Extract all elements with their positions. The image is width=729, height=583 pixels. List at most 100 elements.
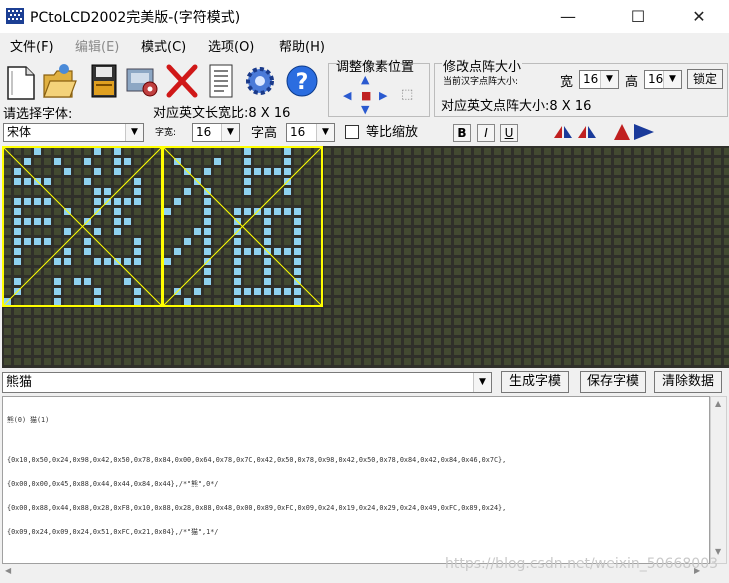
lcd-dot[interactable] (174, 308, 181, 315)
lcd-dot[interactable] (134, 338, 141, 345)
lcd-dot[interactable] (534, 348, 541, 355)
lcd-dot[interactable] (284, 308, 291, 315)
lcd-dot[interactable] (354, 238, 361, 245)
lcd-dot[interactable] (314, 158, 321, 165)
lcd-dot[interactable] (334, 228, 341, 235)
lcd-dot[interactable] (414, 178, 421, 185)
lcd-dot[interactable] (454, 208, 461, 215)
lcd-dot[interactable] (424, 318, 431, 325)
lcd-dot[interactable] (404, 278, 411, 285)
lcd-dot[interactable] (334, 238, 341, 245)
lcd-dot[interactable] (324, 338, 331, 345)
lcd-dot[interactable] (724, 188, 729, 195)
lcd-dot[interactable] (614, 148, 621, 155)
lcd-dot[interactable] (624, 288, 631, 295)
lcd-dot[interactable] (134, 288, 141, 295)
lcd-dot[interactable] (184, 238, 191, 245)
lcd-dot[interactable] (644, 268, 651, 275)
lcd-dot[interactable] (614, 238, 621, 245)
lcd-dot[interactable] (244, 248, 251, 255)
lcd-dot[interactable] (274, 248, 281, 255)
lcd-dot[interactable] (124, 338, 131, 345)
lcd-dot[interactable] (304, 358, 311, 365)
lcd-dot[interactable] (684, 348, 691, 355)
lcd-dot[interactable] (494, 208, 501, 215)
lcd-dot[interactable] (454, 168, 461, 175)
lcd-dot[interactable] (524, 308, 531, 315)
lcd-dot[interactable] (474, 278, 481, 285)
lcd-dot[interactable] (24, 298, 31, 305)
lcd-dot[interactable] (204, 268, 211, 275)
lcd-dot[interactable] (544, 218, 551, 225)
lcd-dot[interactable] (704, 318, 711, 325)
lcd-dot[interactable] (724, 168, 729, 175)
lcd-dot[interactable] (84, 258, 91, 265)
lcd-dot[interactable] (584, 218, 591, 225)
lcd-dot[interactable] (284, 348, 291, 355)
lcd-dot[interactable] (504, 358, 511, 365)
lcd-dot[interactable] (644, 358, 651, 365)
lcd-dot[interactable] (594, 278, 601, 285)
lcd-dot[interactable] (274, 298, 281, 305)
lcd-dot[interactable] (204, 218, 211, 225)
lcd-dot[interactable] (444, 218, 451, 225)
lcd-dot[interactable] (704, 208, 711, 215)
lcd-dot[interactable] (444, 158, 451, 165)
lcd-dot[interactable] (64, 298, 71, 305)
lcd-dot[interactable] (34, 248, 41, 255)
lcd-dot[interactable] (354, 288, 361, 295)
lcd-dot[interactable] (564, 308, 571, 315)
lcd-dot[interactable] (594, 188, 601, 195)
lcd-dot[interactable] (244, 168, 251, 175)
lcd-dot[interactable] (624, 168, 631, 175)
lcd-dot[interactable] (74, 338, 81, 345)
lcd-dot[interactable] (134, 318, 141, 325)
lcd-dot[interactable] (94, 348, 101, 355)
lcd-dot[interactable] (524, 198, 531, 205)
lcd-dot[interactable] (434, 238, 441, 245)
lcd-dot[interactable] (574, 258, 581, 265)
lcd-dot[interactable] (684, 258, 691, 265)
output-textarea[interactable]: 熊(0) 猫(1) {0x10,0x50,0x24,0x98,0x42,0x50… (2, 396, 710, 564)
lcd-dot[interactable] (604, 168, 611, 175)
lcd-dot[interactable] (534, 338, 541, 345)
lcd-dot[interactable] (354, 248, 361, 255)
lcd-dot[interactable] (424, 208, 431, 215)
lcd-dot[interactable] (474, 168, 481, 175)
lcd-dot[interactable] (654, 288, 661, 295)
lcd-dot[interactable] (614, 178, 621, 185)
lcd-dot[interactable] (94, 218, 101, 225)
lcd-dot[interactable] (674, 318, 681, 325)
lcd-dot[interactable] (44, 268, 51, 275)
lcd-dot[interactable] (324, 298, 331, 305)
lcd-dot[interactable] (674, 358, 681, 365)
lcd-dot[interactable] (394, 328, 401, 335)
lcd-dot[interactable] (624, 148, 631, 155)
lcd-dot[interactable] (154, 258, 161, 265)
lcd-dot[interactable] (684, 198, 691, 205)
lcd-dot[interactable] (94, 148, 101, 155)
lcd-dot[interactable] (324, 288, 331, 295)
lcd-dot[interactable] (84, 318, 91, 325)
arrow-up-icon[interactable]: ▲ (361, 73, 369, 86)
lcd-dot[interactable] (354, 198, 361, 205)
lcd-dot[interactable] (684, 278, 691, 285)
lcd-dot[interactable] (114, 178, 121, 185)
lcd-dot[interactable] (304, 178, 311, 185)
lcd-dot[interactable] (164, 218, 171, 225)
lcd-dot[interactable] (654, 208, 661, 215)
lcd-dot[interactable] (604, 228, 611, 235)
lcd-dot[interactable] (34, 238, 41, 245)
lcd-dot[interactable] (154, 208, 161, 215)
lcd-dot[interactable] (694, 288, 701, 295)
lcd-dot[interactable] (604, 178, 611, 185)
lcd-dot[interactable] (474, 188, 481, 195)
lcd-dot[interactable] (414, 188, 421, 195)
lcd-dot[interactable] (644, 288, 651, 295)
lcd-dot[interactable] (604, 158, 611, 165)
lcd-dot[interactable] (594, 268, 601, 275)
lcd-dot[interactable] (174, 318, 181, 325)
lcd-dot[interactable] (14, 318, 21, 325)
lcd-dot[interactable] (724, 358, 729, 365)
lcd-dot[interactable] (14, 358, 21, 365)
